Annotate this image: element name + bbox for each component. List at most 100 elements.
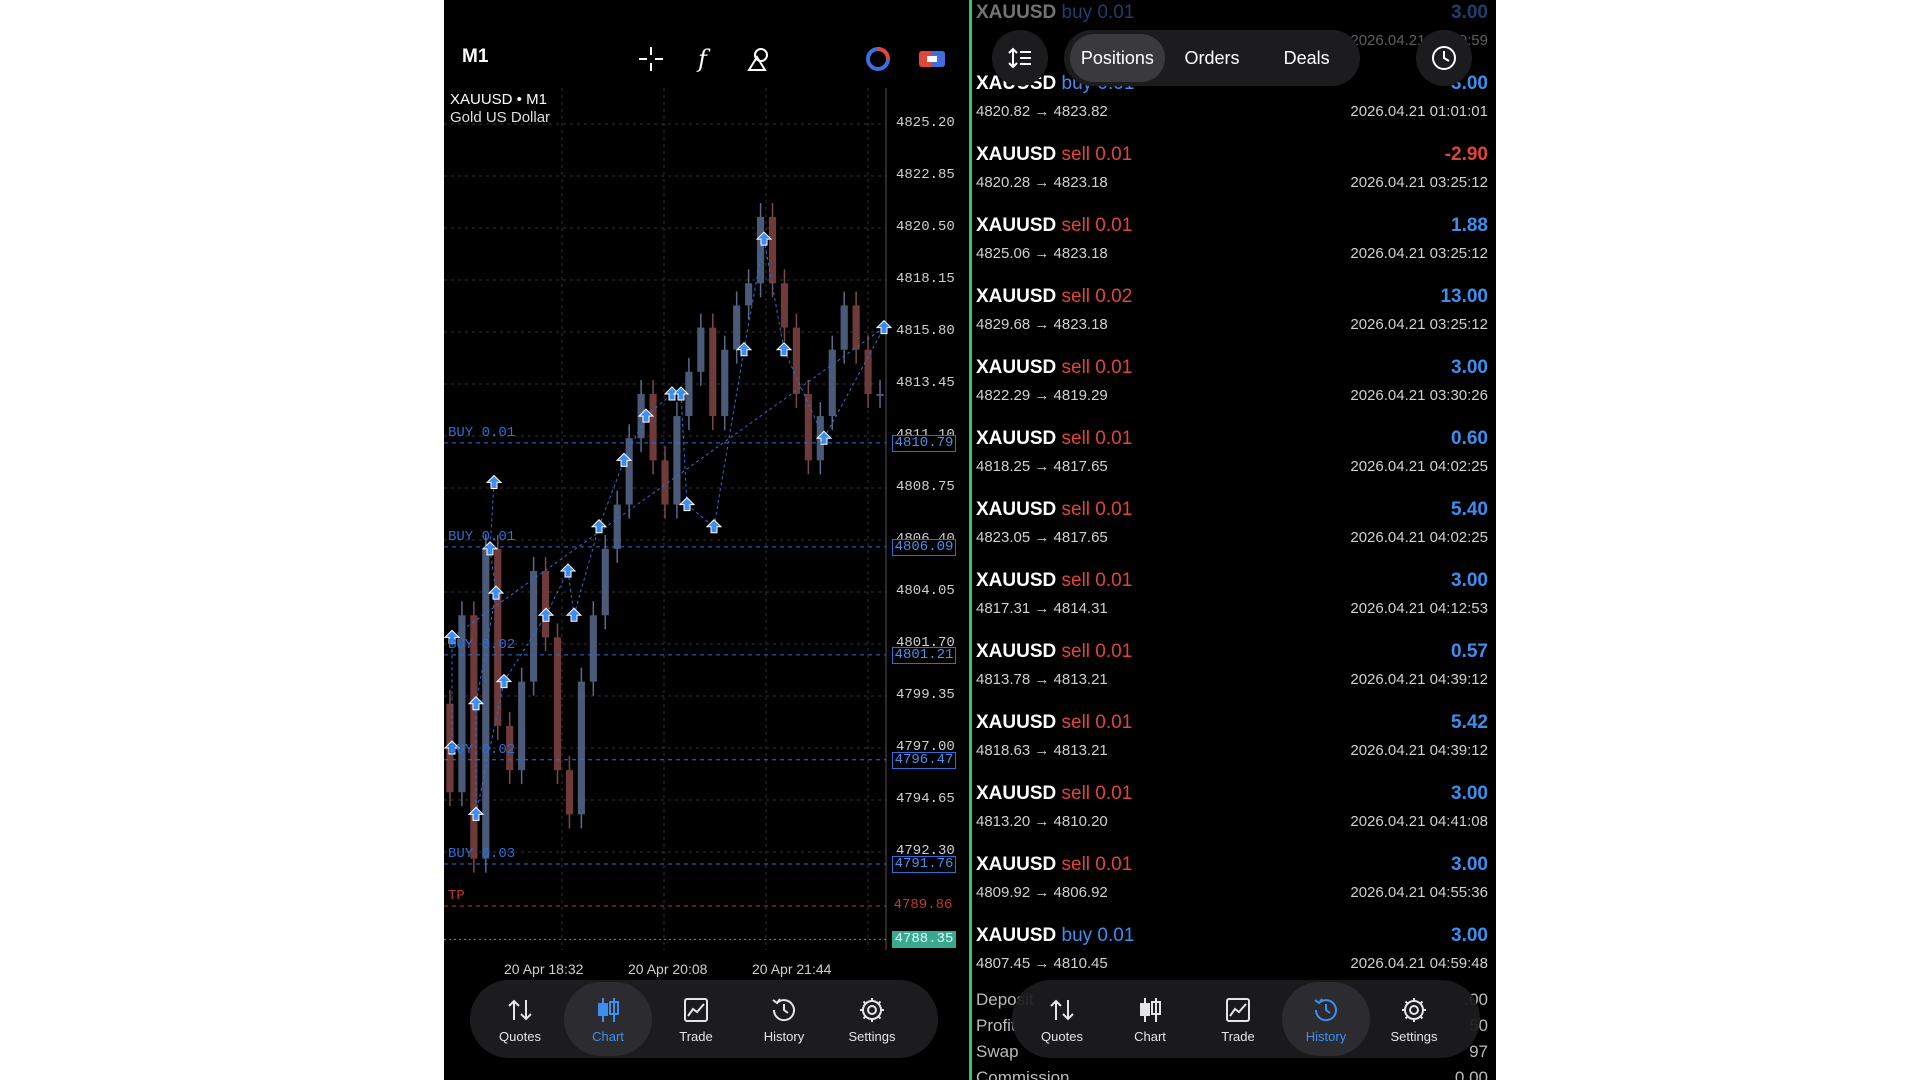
price-tick-label: 4815.80	[896, 323, 955, 339]
sort-icon	[1008, 47, 1031, 69]
trade-marker[interactable]	[559, 563, 577, 578]
price-tick-label: 4808.75	[896, 479, 955, 495]
candle-body	[721, 349, 729, 417]
deal-prices: 4829.68 → 4823.18	[976, 316, 1108, 333]
deal-prices: 4809.92 → 4806.92	[976, 884, 1108, 901]
quotes-icon	[508, 999, 532, 1020]
deal-symbol: XAUUSD	[976, 641, 1057, 662]
deal-side: sell 0.01	[1061, 783, 1133, 804]
trade-marker[interactable]	[590, 519, 608, 534]
deal-row[interactable]: XAUUSD sell 0.01 1.88 4825.06 → 4823.18 202…	[972, 215, 1496, 285]
candle-body	[852, 305, 860, 350]
candle-body	[876, 393, 884, 396]
deal-symbol-line: XAUUSD sell 0.01	[976, 712, 1132, 734]
deal-row[interactable]: XAUUSD sell 0.01 -2.90 4820.28 → 4823.18 20…	[972, 144, 1496, 214]
nav-item-chart[interactable]: Chart	[564, 982, 652, 1056]
history-icon	[1314, 997, 1337, 1021]
nav-item-settings[interactable]: Settings	[1370, 982, 1458, 1056]
deal-row[interactable]: XAUUSD sell 0.01 3.00 4817.31 → 4814.31 202…	[972, 570, 1496, 640]
deal-symbol-line: XAUUSD sell 0.01	[976, 641, 1132, 663]
price-chart[interactable]	[444, 0, 970, 980]
deal-symbol-line: XAUUSD sell 0.01	[976, 144, 1132, 166]
trade-connector	[545, 570, 569, 616]
trade-marker[interactable]	[485, 474, 503, 489]
deal-side: sell 0.01	[1061, 215, 1133, 236]
nav-item-trade[interactable]: Trade	[652, 982, 740, 1056]
price-tick-label: 4799.35	[896, 687, 955, 703]
trade-marker[interactable]	[565, 607, 583, 622]
deal-profit: 3.00	[1451, 854, 1488, 875]
deal-symbol-line: XAUUSD sell 0.01	[976, 783, 1132, 805]
deal-profit: 3.00	[1451, 2, 1488, 23]
deal-profit: 0.57	[1451, 641, 1488, 662]
summary-value: 0.00	[1454, 1068, 1488, 1080]
crosshair-icon[interactable]	[634, 42, 668, 76]
candle-body	[613, 504, 621, 549]
summary-label: Swap	[976, 1042, 1019, 1061]
trade-toggle-icon[interactable]	[915, 42, 949, 76]
svg-text:f: f	[696, 45, 711, 73]
deal-symbol: XAUUSD	[976, 499, 1057, 520]
deal-side: sell 0.02	[1061, 286, 1133, 307]
objects-icon[interactable]	[742, 42, 776, 76]
timeframe-cycle-icon[interactable]	[861, 42, 895, 76]
trade-marker[interactable]	[537, 607, 555, 622]
deal-prices: 4818.25 → 4817.65	[976, 458, 1108, 475]
deal-symbol: XAUUSD	[976, 712, 1057, 733]
deal-row[interactable]: XAUUSD sell 0.01 0.60 4818.25 → 4817.65 202…	[972, 428, 1496, 498]
candle-body	[756, 216, 765, 284]
nav-item-chart[interactable]: Chart	[1106, 982, 1194, 1056]
deal-symbol: XAUUSD	[976, 570, 1057, 591]
time-tick-label: 20 Apr 18:32	[504, 961, 584, 977]
period-button[interactable]	[1416, 30, 1472, 86]
deal-symbol-line: XAUUSD sell 0.01	[976, 215, 1132, 237]
deal-time: 2026.04.21 03:25:12	[1350, 316, 1488, 333]
tab-deals[interactable]: Deals	[1259, 34, 1354, 82]
candle-body	[733, 305, 741, 350]
trade-marker[interactable]	[705, 519, 723, 534]
order-level-value: 4791.76	[892, 855, 956, 873]
timeframe-button[interactable]: M1	[462, 46, 488, 68]
deal-time: 2026.04.21 03:30:26	[1350, 387, 1488, 404]
order-level-label: BUY 0.02	[448, 741, 516, 758]
deal-row[interactable]: XAUUSD sell 0.01 3.00 4809.92 → 4806.92 202…	[972, 854, 1496, 924]
take-profit-value: 4789.86	[892, 896, 954, 913]
candle-body	[804, 393, 812, 461]
deal-row[interactable]: XAUUSD sell 0.01 3.00 4813.20 → 4810.20 202…	[972, 783, 1496, 853]
clock-icon	[1432, 46, 1456, 70]
deal-row[interactable]: XAUUSD sell 0.01 5.40 4823.05 → 4817.65 202…	[972, 499, 1496, 569]
deal-side: sell 0.01	[1061, 712, 1133, 733]
nav-item-settings[interactable]: Settings	[828, 982, 916, 1056]
deal-row[interactable]: XAUUSD sell 0.01 3.00 4822.29 → 4819.29 202…	[972, 357, 1496, 427]
nav-label: Chart	[592, 1028, 624, 1044]
function-icon[interactable]: f	[688, 42, 722, 76]
candle-body	[625, 438, 633, 505]
tab-positions[interactable]: Positions	[1070, 34, 1165, 82]
deal-row[interactable]: XAUUSD sell 0.01 0.57 4813.78 → 4813.21 202…	[972, 641, 1496, 711]
deal-symbol-line: XAUUSD sell 0.02	[976, 286, 1132, 308]
nav-label: History	[763, 1028, 805, 1044]
deal-profit: 1.88	[1451, 215, 1488, 236]
order-level-label: BUY 0.01	[448, 424, 516, 441]
candle-body	[601, 548, 609, 616]
order-level-value: 4801.21	[892, 646, 956, 664]
deal-profit: 13.00	[1440, 286, 1488, 307]
nav-item-history[interactable]: History	[1282, 982, 1370, 1056]
deal-row[interactable]: XAUUSD sell 0.01 5.42 4818.63 → 4813.21 202…	[972, 712, 1496, 782]
candle-body	[649, 393, 657, 461]
nav-item-trade[interactable]: Trade	[1194, 982, 1282, 1056]
trade-marker[interactable]	[775, 341, 793, 357]
nav-item-quotes[interactable]: Quotes	[1018, 982, 1106, 1056]
chart-screen: M1 f XAUUSD • M1 Gold US Dollar 4825.20 4…	[444, 0, 970, 1080]
nav-item-history[interactable]: History	[740, 982, 828, 1056]
trade-connector	[451, 327, 885, 638]
deal-symbol: XAUUSD	[976, 286, 1057, 307]
tab-orders[interactable]: Orders	[1165, 34, 1260, 82]
nav-item-quotes[interactable]: Quotes	[476, 982, 564, 1056]
deal-time: 2026.04.21 04:41:08	[1350, 813, 1488, 830]
order-level-value: 4796.47	[892, 751, 956, 769]
deal-time: 2026.04.21 04:02:25	[1350, 458, 1488, 475]
deal-row[interactable]: XAUUSD sell 0.02 13.00 4829.68 → 4823.18 20…	[972, 286, 1496, 356]
sort-button[interactable]	[992, 30, 1048, 86]
price-tick-label: 4818.15	[896, 271, 955, 287]
